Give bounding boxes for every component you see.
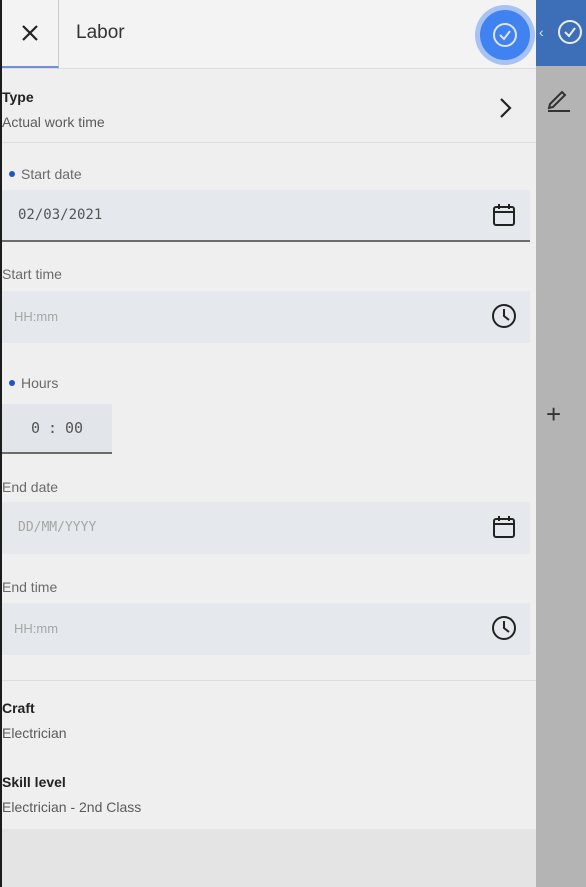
end-time-field[interactable]: HH:mm xyxy=(2,603,530,655)
end-time-placeholder: HH:mm xyxy=(14,621,59,636)
end-date-label: End date xyxy=(2,479,59,495)
minutes-value: 00 xyxy=(65,419,84,437)
close-icon xyxy=(22,25,38,41)
hours-value: 0 xyxy=(30,419,40,437)
calendar-icon[interactable] xyxy=(491,514,517,545)
start-date-value: 02/03/2021 xyxy=(18,207,103,223)
type-selector[interactable]: Type Actual work time xyxy=(2,84,536,143)
background-page-strip: ‹ + xyxy=(536,0,586,887)
end-date-field[interactable]: DD/MM/YYYY xyxy=(2,502,530,554)
skill-level-label: Skill level xyxy=(2,774,66,790)
background-chevron-icon: ‹ xyxy=(539,24,544,40)
pencil-icon[interactable] xyxy=(544,84,572,117)
end-date-placeholder: DD/MM/YYYY xyxy=(18,520,97,535)
craft-label: Craft xyxy=(2,700,35,716)
hours-separator: : xyxy=(47,419,57,437)
page-title: Labor xyxy=(76,22,125,43)
close-button[interactable] xyxy=(2,0,59,68)
panel-footer xyxy=(2,829,536,887)
checkmark-icon xyxy=(493,23,517,47)
craft-value: Electrician xyxy=(2,725,67,741)
end-time-label: End time xyxy=(2,579,58,595)
labor-panel: Labor Type Actual work time Start date 0… xyxy=(0,0,536,887)
type-label: Type xyxy=(2,89,34,105)
start-time-label: Start time xyxy=(2,266,62,282)
start-time-field[interactable]: HH:mm xyxy=(2,291,530,343)
start-time-placeholder: HH:mm xyxy=(14,309,59,324)
hours-input[interactable]: 0 : 00 xyxy=(2,404,112,454)
plus-icon[interactable]: + xyxy=(546,401,561,427)
skill-level-value: Electrician - 2nd Class xyxy=(2,799,142,815)
required-indicator xyxy=(9,380,15,387)
required-indicator xyxy=(9,171,15,178)
background-toolbar: ‹ xyxy=(536,0,586,66)
chevron-right-icon xyxy=(496,96,516,125)
type-value: Actual work time xyxy=(2,114,105,130)
save-button[interactable] xyxy=(480,10,530,60)
calendar-icon[interactable] xyxy=(491,202,517,233)
start-date-label: Start date xyxy=(2,166,82,182)
panel-header: Labor xyxy=(2,0,536,69)
background-check-icon[interactable] xyxy=(558,20,582,44)
clock-icon[interactable] xyxy=(491,303,517,334)
start-date-field[interactable]: 02/03/2021 xyxy=(2,190,530,242)
divider xyxy=(2,680,536,681)
hours-label: Hours xyxy=(2,375,58,391)
clock-icon[interactable] xyxy=(491,615,517,646)
